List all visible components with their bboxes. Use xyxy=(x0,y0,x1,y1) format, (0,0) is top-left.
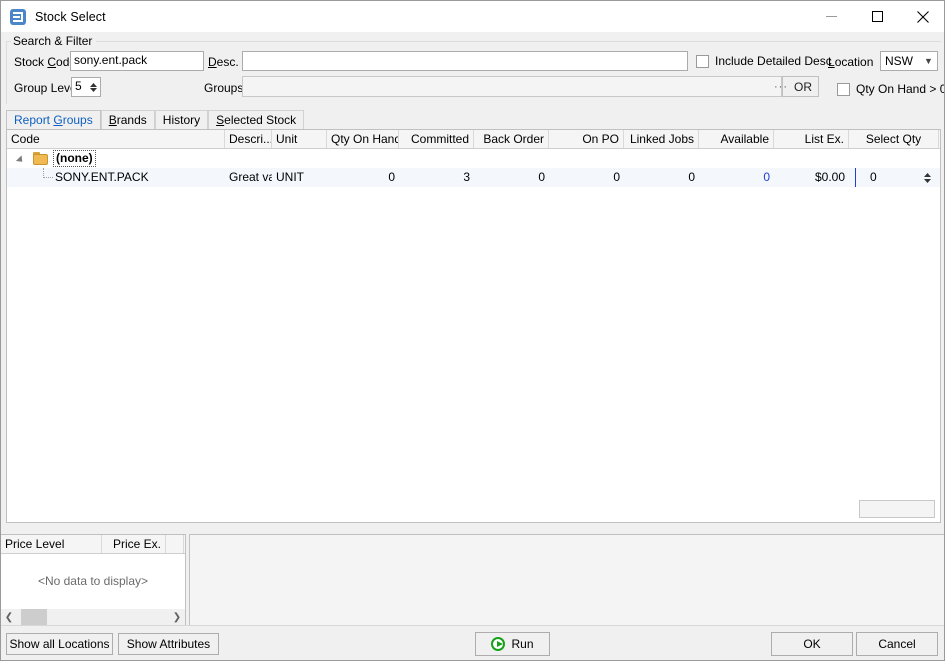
cell-linked-jobs: 0 xyxy=(624,168,699,187)
title-bar: Stock Select xyxy=(1,1,945,32)
cancel-button[interactable]: Cancel xyxy=(856,632,938,656)
column-header-price-level[interactable]: Price Level xyxy=(1,535,102,553)
group-title: Search & Filter xyxy=(11,34,96,48)
window-controls xyxy=(808,1,945,32)
checkbox-box xyxy=(696,55,709,68)
grid-body: (none) SONY.ENT.PACK Great valu UNIT 0 3… xyxy=(7,149,940,522)
cell-list-ex: $0.00 xyxy=(774,168,849,187)
cell-select-qty[interactable]: 0 xyxy=(849,168,939,187)
price-horizontal-scrollbar[interactable]: ❮ ❯ xyxy=(1,609,185,625)
groups-input[interactable] xyxy=(242,76,782,97)
column-header-list-ex[interactable]: List Ex. xyxy=(774,130,849,148)
tab-bar: Report Groups Brands History Selected St… xyxy=(6,109,941,129)
stock-code-label: Stock Code xyxy=(14,55,76,69)
location-select[interactable]: NSW ▼ xyxy=(880,51,938,71)
group-level-label: Group Level xyxy=(14,81,79,95)
run-label: Run xyxy=(511,637,533,651)
stepper-arrows-icon[interactable] xyxy=(86,78,100,96)
column-header-price-ex[interactable]: Price Ex. xyxy=(102,535,166,553)
group-level-stepper[interactable]: 5 xyxy=(71,77,101,97)
ellipsis-icon: ··· xyxy=(774,81,788,93)
run-button[interactable]: Run xyxy=(475,632,550,656)
cell-code: SONY.ENT.PACK xyxy=(7,168,225,187)
minimize-icon[interactable] xyxy=(808,1,854,32)
cell-back-order: 0 xyxy=(474,168,549,187)
scrollbar-thumb[interactable] xyxy=(21,609,47,625)
column-header-unit[interactable]: Unit xyxy=(272,130,327,148)
cell-available: 0 xyxy=(699,168,774,187)
stock-code-input[interactable]: sony.ent.pack xyxy=(70,51,204,71)
cell-unit: UNIT xyxy=(272,168,327,187)
or-label: OR xyxy=(794,80,812,94)
tab-history[interactable]: History xyxy=(155,110,208,129)
checkbox-box xyxy=(837,83,850,96)
price-level-panel: Price Level Price Ex. <No data to displa… xyxy=(1,534,186,626)
grid-header-row: Code Descri... Unit Qty On Hand Committe… xyxy=(7,130,940,149)
detail-panel xyxy=(189,534,945,626)
chevron-down-icon: ▼ xyxy=(920,56,937,66)
tab-report-groups[interactable]: Report Groups xyxy=(6,110,101,129)
group-row[interactable]: (none) xyxy=(7,149,940,168)
price-empty-body: <No data to display> xyxy=(1,554,185,608)
stock-grid: Code Descri... Unit Qty On Hand Committe… xyxy=(6,129,941,523)
location-label: Location xyxy=(828,55,873,69)
app-logo-icon xyxy=(10,9,26,25)
column-header-qty-on-hand[interactable]: Qty On Hand xyxy=(327,130,399,148)
maximize-icon[interactable] xyxy=(854,1,900,32)
folder-icon xyxy=(33,152,49,165)
cell-on-po: 0 xyxy=(549,168,624,187)
desc-label: Desc. xyxy=(208,55,239,69)
group-row-label: (none) xyxy=(53,150,96,167)
close-icon[interactable] xyxy=(900,1,945,32)
show-attributes-button[interactable]: Show Attributes xyxy=(118,633,219,655)
stock-select-window: Stock Select Search & Filter Stock Code … xyxy=(0,0,945,661)
show-all-locations-button[interactable]: Show all Locations xyxy=(6,633,113,655)
group-level-value: 5 xyxy=(72,78,86,96)
price-header-row: Price Level Price Ex. xyxy=(1,535,185,554)
scroll-right-icon[interactable]: ❯ xyxy=(169,609,185,625)
scroll-left-icon[interactable]: ❮ xyxy=(1,609,17,625)
tree-connector-line xyxy=(43,168,53,178)
play-icon xyxy=(491,637,505,651)
include-detailed-desc-checkbox[interactable]: Include Detailed Desc xyxy=(696,54,832,68)
scrollbar-track[interactable] xyxy=(17,609,169,625)
column-header-committed[interactable]: Committed xyxy=(399,130,474,148)
ok-button[interactable]: OK xyxy=(771,632,853,656)
column-header-select-qty[interactable]: Select Qty xyxy=(849,130,939,148)
column-header-spacer xyxy=(166,535,184,553)
column-header-linked-jobs[interactable]: Linked Jobs xyxy=(624,130,699,148)
select-qty-stepper-icon[interactable] xyxy=(919,173,935,183)
cell-qty-on-hand: 0 xyxy=(327,168,399,187)
select-qty-value: 0 xyxy=(855,168,919,187)
tab-selected-stock[interactable]: Selected Stock xyxy=(208,110,304,129)
cell-committed: 3 xyxy=(399,168,474,187)
table-row[interactable]: SONY.ENT.PACK Great valu UNIT 0 3 0 0 0 … xyxy=(7,168,940,187)
column-header-on-po[interactable]: On PO xyxy=(549,130,624,148)
tab-brands[interactable]: Brands xyxy=(101,110,155,129)
no-data-message: <No data to display> xyxy=(38,574,148,588)
desc-input[interactable] xyxy=(242,51,688,71)
groups-label: Groups xyxy=(204,81,243,95)
column-header-description[interactable]: Descri... xyxy=(225,130,272,148)
footer-bar: Show all Locations Show Attributes Run O… xyxy=(1,625,945,660)
qty-on-hand-label: Qty On Hand > 0 xyxy=(856,82,945,96)
column-header-back-order[interactable]: Back Order xyxy=(474,130,549,148)
cell-description: Great valu xyxy=(225,168,272,187)
column-header-available[interactable]: Available xyxy=(699,130,774,148)
qty-on-hand-checkbox[interactable]: Qty On Hand > 0 xyxy=(837,82,945,96)
location-value: NSW xyxy=(881,54,920,68)
include-detailed-desc-label: Include Detailed Desc xyxy=(715,54,832,68)
grid-summary-input[interactable] xyxy=(859,500,935,518)
groups-or-button[interactable]: ··· OR xyxy=(782,76,819,97)
expander-collapse-icon[interactable] xyxy=(17,153,28,164)
window-title: Stock Select xyxy=(35,10,106,24)
column-header-code[interactable]: Code xyxy=(7,130,225,148)
